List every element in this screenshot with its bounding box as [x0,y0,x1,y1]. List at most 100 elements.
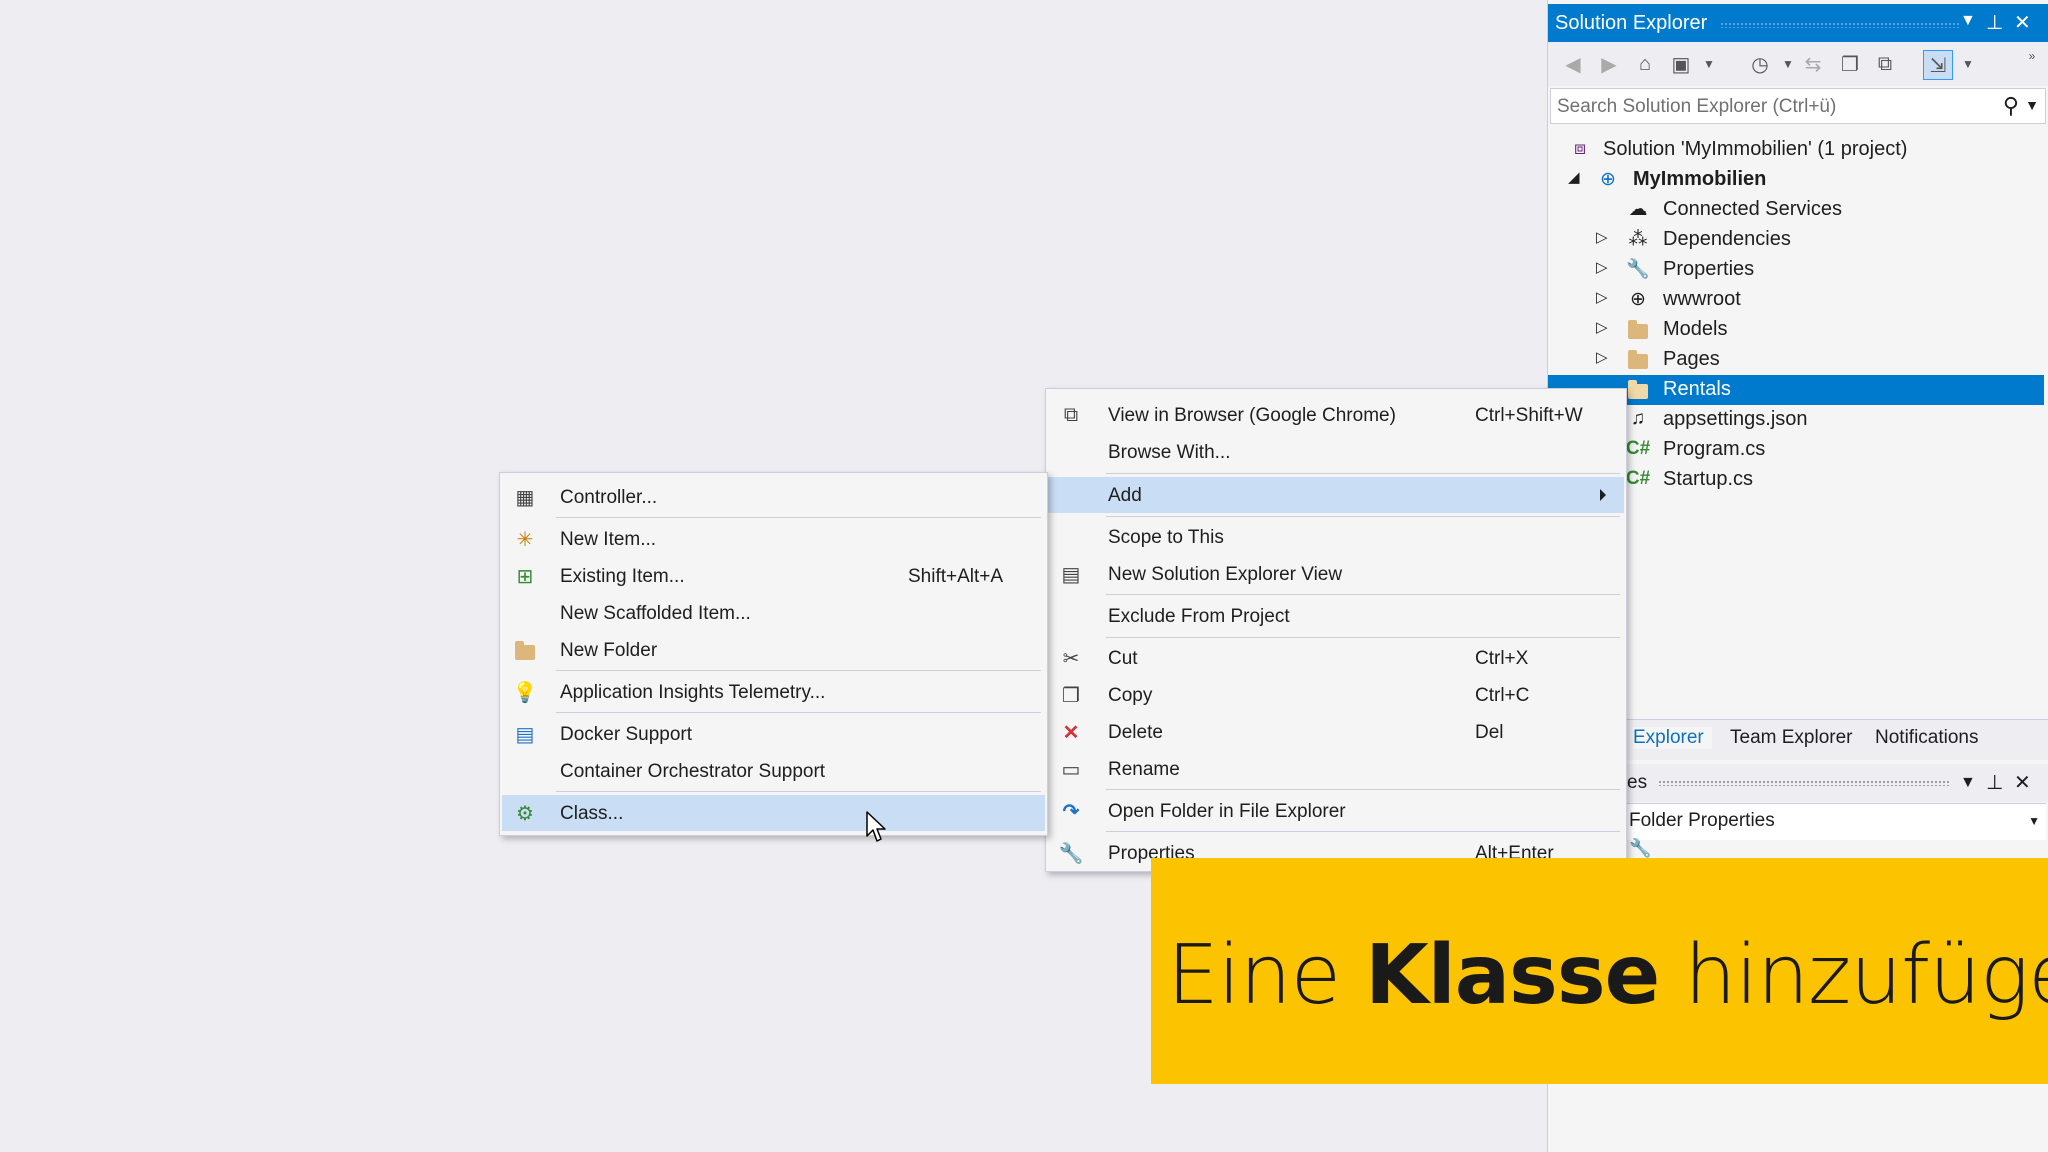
menu-item-container-orchestrator[interactable]: Container Orchestrator Support [502,753,1045,789]
tree-item-dependencies[interactable]: ▷ ⁂ Dependencies [1548,225,2044,255]
menu-item-label: New Item... [560,529,657,550]
menu-item-copy[interactable]: ❐ Copy Ctrl+C [1048,677,1624,713]
menu-item-scope-to-this[interactable]: Scope to This [1048,519,1624,555]
home-icon[interactable]: ⌂ [1631,50,1659,78]
menu-item-cut[interactable]: ✂ Cut Ctrl+X [1048,640,1624,676]
menu-item-shortcut: Del [1475,722,1504,743]
close-icon[interactable]: ✕ [2014,10,2031,35]
menu-item-class[interactable]: ⚙ Class... [502,795,1045,831]
tree-item-label: Pages [1663,348,1720,370]
sync-icon[interactable]: ⇆ [1799,50,1827,78]
menu-item-browse-with[interactable]: Browse With... [1048,434,1624,470]
combo-dropdown-icon[interactable]: ▼ [2028,814,2040,828]
csharp-icon: C# [1625,468,1651,489]
search-icon[interactable]: ⚲ [2003,93,2019,119]
window-dropdown-icon[interactable]: ▼ [1960,12,1976,30]
dependencies-icon: ⁂ [1628,228,1648,250]
connected-services-icon: ☁ [1628,198,1648,220]
menu-item-new-folder[interactable]: New Folder [502,632,1045,668]
collapse-all-icon[interactable]: ❐ [1836,50,1864,78]
menu-item-app-insights[interactable]: 💡 Application Insights Telemetry... [502,674,1045,710]
folder-icon [1626,377,1650,401]
solution-explorer-toolbar: ◀ ▶ ⌂ ▣ ▼ ◷ ▼ ⇆ ❐ ⧉ ⇲ ▼ » [1548,42,2048,86]
collapse-arrow-icon[interactable]: ◢ [1568,168,1580,186]
menu-item-rename[interactable]: ▭ Rename [1048,751,1624,787]
tree-item-properties[interactable]: ▷ 🔧 Properties [1548,255,2044,285]
switch-views-dropdown-icon[interactable]: ▼ [1695,50,1723,78]
menu-item-label: Exclude From Project [1108,606,1290,627]
menu-item-exclude-from-project[interactable]: Exclude From Project [1048,598,1624,634]
forward-icon[interactable]: ▶ [1595,50,1623,78]
solution-explorer-title: Solution Explorer [1555,12,1708,34]
menu-item-label: Cut [1108,648,1138,669]
tree-item-label: Properties [1663,258,1755,280]
tree-item-project[interactable]: ◢ ⊕ MyImmobilien [1548,165,2044,195]
menu-item-delete[interactable]: ✕ Delete Del [1048,714,1624,750]
menu-separator [556,517,1041,518]
tab-notifications[interactable]: Notifications [1875,727,1979,749]
tree-item-label: MyImmobilien [1633,168,1767,190]
expand-arrow-icon[interactable]: ▷ [1596,318,1608,336]
window-dropdown-icon[interactable]: ▼ [1960,774,1976,792]
tree-item-wwwroot[interactable]: ▷ ⊕ wwwroot [1548,285,2044,315]
menu-item-docker-support[interactable]: ▤ Docker Support [502,716,1045,752]
tree-item-label: Solution 'MyImmobilien' (1 project) [1603,138,1908,160]
menu-item-label: Scope to This [1108,527,1224,548]
menu-item-add[interactable]: Add [1048,477,1624,513]
close-icon[interactable]: ✕ [2014,770,2031,795]
titlebar-grip[interactable] [1720,22,1961,28]
search-placeholder: Search Solution Explorer (Ctrl+ü) [1557,96,1837,117]
menu-item-view-in-browser[interactable]: ⧉ View in Browser (Google Chrome) Ctrl+S… [1048,397,1624,433]
tree-item-solution[interactable]: ⧈ Solution 'MyImmobilien' (1 project) [1548,135,2044,165]
tree-item-label: wwwroot [1663,288,1741,310]
tab-team-explorer[interactable]: Team Explorer [1730,727,1853,749]
view-in-browser-icon: ⧉ [1063,403,1079,426]
copy-icon: ❐ [1062,684,1080,707]
menu-item-existing-item[interactable]: ⊞ Existing Item... Shift+Alt+A [502,558,1045,594]
menu-item-label: Rename [1108,759,1180,780]
menu-separator [1106,516,1620,517]
menu-item-label: New Solution Explorer View [1108,564,1343,585]
show-all-files-icon[interactable]: ⧉ [1871,50,1899,78]
menu-item-label: Class... [560,803,624,824]
tree-item-pages[interactable]: ▷ Pages [1548,345,2044,375]
existing-item-icon: ⊞ [516,565,534,588]
tree-item-models[interactable]: ▷ Models [1548,315,2044,345]
menu-item-controller[interactable]: ▦ Controller... [502,479,1045,515]
pin-icon[interactable]: ⊥ [1986,770,2003,795]
solution-explorer-search[interactable]: Search Solution Explorer (Ctrl+ü) ⚲ ▼ [1550,88,2046,124]
expand-arrow-icon[interactable]: ▷ [1596,228,1608,246]
menu-item-label: Delete [1108,722,1163,743]
delete-icon: ✕ [1062,721,1080,744]
menu-item-new-solution-explorer-view[interactable]: ▤ New Solution Explorer View [1048,556,1624,592]
pin-icon[interactable]: ⊥ [1986,10,2003,35]
web-project-icon: ⊕ [1600,168,1616,190]
properties-titlebar-grip[interactable] [1658,780,1949,786]
expand-arrow-icon[interactable]: ▷ [1596,288,1608,306]
caption-text: Eine Klasse hinzufügen [1167,928,2048,1023]
menu-separator [1106,473,1620,474]
menu-item-label: Controller... [560,487,658,508]
menu-item-new-item[interactable]: ✳ New Item... [502,521,1045,557]
submenu-arrow-icon [1600,489,1606,501]
expand-arrow-icon[interactable]: ▷ [1596,258,1608,276]
menu-item-label: Open Folder in File Explorer [1108,801,1346,822]
preview-dropdown-icon[interactable]: ▼ [1954,50,1982,78]
tab-solution-explorer[interactable]: Explorer [1633,727,1712,749]
back-icon[interactable]: ◀ [1559,50,1587,78]
menu-item-open-folder[interactable]: ↷ Open Folder in File Explorer [1048,793,1624,829]
properties-object-label: Folder Properties [1629,810,1775,831]
pending-changes-dropdown-icon[interactable]: ▼ [1774,50,1802,78]
app-insights-icon: 💡 [512,681,538,704]
menu-item-label: Container Orchestrator Support [560,761,826,782]
search-options-dropdown-icon[interactable]: ▼ [2025,97,2039,113]
new-folder-icon [512,637,538,663]
tree-item-connected-services[interactable]: ☁ Connected Services [1548,195,2044,225]
pending-changes-icon[interactable]: ◷ [1746,50,1774,78]
preview-selected-icon[interactable]: ⇲ [1923,50,1953,80]
menu-item-label: New Scaffolded Item... [560,603,751,624]
expand-arrow-icon[interactable]: ▷ [1596,348,1608,366]
switch-views-icon[interactable]: ▣ [1667,50,1695,78]
toolbar-overflow-icon[interactable]: » [2018,42,2046,70]
menu-item-new-scaffolded-item[interactable]: New Scaffolded Item... [502,595,1045,631]
